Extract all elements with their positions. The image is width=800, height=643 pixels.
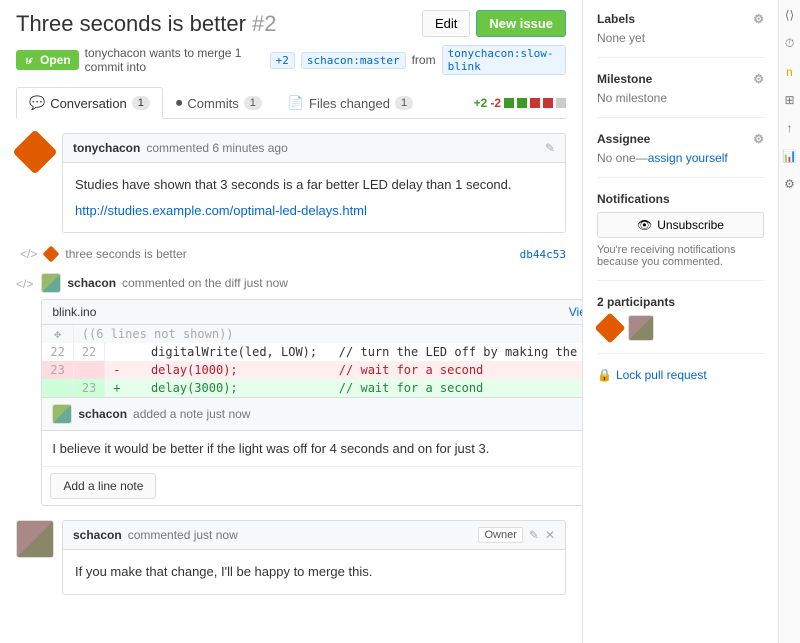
comment1-header: tonychacon commented 6 minutes ago ✎ [62,133,566,162]
commit-sha[interactable]: db44c53 [520,248,566,261]
milestone-gear-icon[interactable]: ⚙ [753,72,764,86]
diff-code-icon: </> [20,247,37,261]
tonychacon-avatar [16,133,54,171]
milestone-title: Milestone [597,72,652,86]
tab-conversation-label: Conversation [50,96,127,111]
note-body: I believe it would be better if the ligh… [42,431,672,466]
diff-add-count: +2 [474,96,488,110]
lock-label: Lock pull request [616,368,707,382]
participants-title: 2 participants [597,295,675,309]
schacon-bottom-avatar [16,520,54,558]
sidebar-settings-icon[interactable]: ⚙ [784,177,795,191]
comment1-time: commented 6 minutes ago [146,141,287,155]
diff-expand-row: ✥ ((6 lines not shown)) [42,325,672,343]
line23-num-new: 23 [73,379,104,397]
add-line-note-button[interactable]: Add a line note [50,473,156,499]
base-ref-label: schacon:master [301,52,406,69]
line22-num-new: 22 [73,343,104,361]
schacon-diff-time: commented on the diff just now [122,276,288,290]
comment2-body: If you make that change, I'll be happy t… [62,549,566,595]
open-badge: Open [16,50,79,70]
diff-del-count: -2 [490,96,501,110]
comment1-link[interactable]: http://studies.example.com/optimal-led-d… [75,203,367,218]
comment1-author: tonychacon [73,141,140,155]
diff-block-5 [556,98,566,108]
schacon-diff-author: schacon [67,276,116,290]
sidebar-grid-icon[interactable]: ⊞ [784,93,794,107]
tab-files-label: Files changed [309,96,390,111]
line23-num-old: 23 [42,361,73,379]
unsubscribe-button[interactable]: 👁 Unsubscribe [597,212,764,238]
inline-diff-container: blink.ino View full changes ✥ ((6 lines … [41,299,673,506]
expand-label: ((6 lines not shown)) [82,327,234,341]
pr-meta-text: tonychacon wants to merge 1 commit into [85,46,264,74]
milestone-value: No milestone [597,91,667,105]
tab-commits-label: Commits [187,96,238,111]
comment2-owner-badge: Owner [478,527,522,543]
assignee-title: Assignee [597,132,650,146]
assignee-value: No one—assign yourself [597,151,728,165]
comment2-author: schacon [73,528,122,542]
sidebar-up-icon[interactable]: ↑ [787,121,793,135]
commits-icon: ⏺ [176,95,183,111]
files-icon: 📄 [288,95,304,111]
sidebar-chart-icon[interactable]: 📊 [782,149,797,163]
note-time: added a note just now [133,407,250,421]
diff-comment-code-icon: </> [16,277,33,291]
diff-line-23-add: 23 + delay(3000); // wait for a second [42,379,672,397]
comment1-body: Studies have shown that 3 seconds is a f… [62,162,566,233]
head-ref-label: tonychacon:slow-blink [442,45,566,75]
edit-button[interactable]: Edit [422,10,470,37]
comment2-close-icon[interactable]: ✕ [545,528,555,542]
from-text: from [412,53,436,67]
comment2-time: commented just now [128,528,238,542]
labels-title: Labels [597,12,635,26]
pr-number: #2 [252,11,276,36]
pr-title: Three seconds is better [16,11,246,36]
conversation-icon: 💬 [29,95,45,111]
notification-text: You're receiving notifications because y… [597,244,764,268]
tab-commits[interactable]: ⏺ Commits 1 [163,87,275,119]
diff-block-1 [504,98,514,108]
lock-icon: 🔒 [597,368,612,382]
tab-conversation-count: 1 [132,96,150,110]
tab-files-count: 1 [395,96,413,110]
diff-block-2 [517,98,527,108]
line22-num-old: 22 [42,343,73,361]
note-avatar [52,404,72,424]
comment1-text: Studies have shown that 3 seconds is a f… [75,175,553,195]
tab-conversation[interactable]: 💬 Conversation 1 [16,87,163,119]
comment2-edit-icon[interactable]: ✎ [529,528,539,542]
base-ref: +2 [270,52,295,69]
lock-pull-request-link[interactable]: 🔒 Lock pull request [597,368,764,382]
expand-icon: ✥ [54,327,61,341]
assignee-gear-icon[interactable]: ⚙ [753,132,764,146]
participant-tony [597,315,623,341]
sidebar-clock-icon[interactable]: ⏱ [785,36,794,51]
comment1-edit-icon[interactable]: ✎ [545,141,555,155]
notifications-title: Notifications [597,192,670,206]
unsubscribe-label: Unsubscribe [657,218,724,232]
note-box: schacon added a note just now Owner ✎ ✕ … [42,397,672,466]
tab-commits-count: 1 [244,96,262,110]
schacon-avatar-small [41,273,61,293]
diff-block-3 [530,98,540,108]
diff-line-22: 22 22 digitalWrite(led, LOW); // turn th… [42,343,672,361]
labels-value: None yet [597,31,645,45]
diff-filename: blink.ino [52,305,96,319]
git-merge-icon [24,54,36,66]
sidebar-code-icon[interactable]: ⟨⟩ [785,8,794,22]
diff-line-23-del: 23 - delay(1000); // wait for a second [42,361,672,379]
note-author: schacon [78,407,127,421]
participant-schacon [628,315,654,341]
commit-message: three seconds is better [65,247,186,261]
sidebar-person-icon[interactable]: n [786,65,793,79]
commit-diamond-icon [43,246,60,263]
assign-yourself-link[interactable]: assign yourself [648,151,728,165]
diff-block-4 [543,98,553,108]
eye-icon: 👁 [637,218,652,232]
new-issue-button[interactable]: New issue [476,10,566,37]
labels-gear-icon[interactable]: ⚙ [753,12,764,26]
tab-files[interactable]: 📄 Files changed 1 [275,87,426,119]
